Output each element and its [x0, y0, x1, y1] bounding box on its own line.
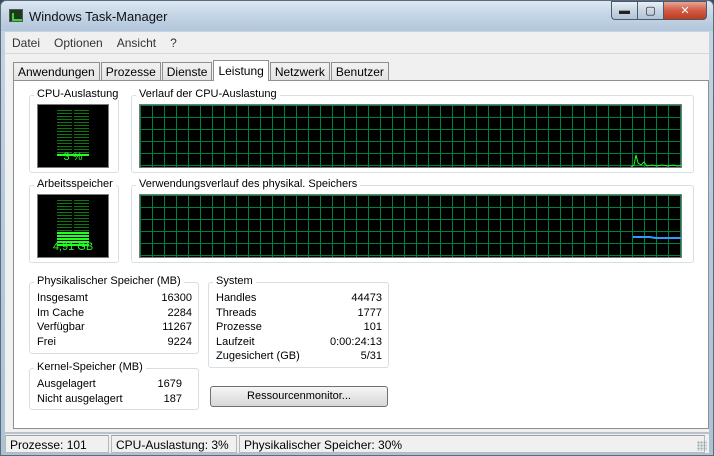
cpu-history-group: Verlauf der CPU-Auslastung [131, 88, 694, 173]
row-name: Ausgelagert [37, 378, 96, 391]
physical-memory-row: Frei 9224 [37, 335, 192, 350]
system-row: Laufzeit 0:00:24:13 [216, 335, 382, 350]
cpu-usage-label: CPU-Auslastung [34, 88, 122, 100]
physical-memory-group: Physikalischer Speicher (MB) Insgesamt 16… [29, 275, 199, 354]
client-area: Anwendungen Prozesse Dienste Leistung Ne… [5, 54, 709, 432]
menu-bar: Datei Optionen Ansicht ? [5, 32, 709, 54]
row-value: 11267 [162, 321, 192, 334]
kernel-memory-group: Kernel-Speicher (MB) Ausgelagert 1679 Nic… [29, 361, 199, 410]
row-value: 44473 [351, 292, 382, 305]
physical-memory-row: Im Cache 2284 [37, 306, 192, 321]
row-name: Frei [37, 335, 56, 348]
physical-memory-label: Physikalischer Speicher (MB) [34, 275, 184, 287]
performance-panel: CPU-Auslastung 3 % Verlauf der CPU-Ausla… [13, 80, 709, 429]
status-cpu: CPU-Auslastung: 3% [111, 435, 237, 453]
window-title: Windows Task-Manager [29, 9, 168, 24]
row-name: Insgesamt [37, 292, 88, 305]
close-icon: ✕ [680, 5, 690, 17]
memory-history-line [633, 236, 681, 239]
row-value: 0:00:24:13 [330, 335, 382, 348]
title-bar[interactable]: Windows Task-Manager ▬ ▢ ✕ [1, 1, 713, 31]
menu-datei[interactable]: Datei [5, 36, 47, 50]
memory-usage-label: Arbeitsspeicher [34, 178, 116, 190]
row-value: 1679 [157, 378, 182, 391]
cpu-history-line [630, 154, 681, 167]
row-value: 187 [163, 392, 182, 405]
tab-leistung[interactable]: Leistung [213, 60, 269, 81]
row-value: 9224 [167, 335, 192, 348]
close-button[interactable]: ✕ [663, 1, 707, 20]
cpu-usage-value: 3 % [63, 151, 83, 163]
cpu-meter-bars [57, 110, 89, 156]
maximize-icon: ▢ [645, 5, 656, 17]
kernel-memory-row: Ausgelagert 1679 [37, 377, 182, 392]
row-value: 101 [363, 321, 382, 334]
system-row: Zugesichert (GB) 5/31 [216, 349, 382, 364]
cpu-history-graph [139, 104, 682, 168]
physical-memory-row: Insgesamt 16300 [37, 291, 192, 306]
cpu-history-label: Verlauf der CPU-Auslastung [136, 88, 280, 100]
resource-monitor-button[interactable]: Ressourcenmonitor... [210, 386, 388, 407]
resize-grip[interactable] [697, 441, 707, 451]
menu-help[interactable]: ? [163, 36, 184, 50]
menu-ansicht[interactable]: Ansicht [110, 36, 163, 50]
kernel-memory-row: Nicht ausgelagert 187 [37, 392, 182, 407]
system-row: Prozesse 101 [216, 320, 382, 335]
memory-history-group: Verwendungsverlauf des physikal. Speiche… [131, 178, 694, 263]
row-value: 5/31 [360, 350, 382, 363]
row-value: 1777 [357, 306, 382, 319]
row-name: Threads [216, 306, 257, 319]
system-label: System [213, 275, 256, 287]
window-controls: ▬ ▢ ✕ [611, 1, 707, 21]
system-row: Threads 1777 [216, 306, 382, 321]
tab-benutzer[interactable]: Benutzer [330, 62, 389, 80]
system-table: Handles 44473 Threads 1777 Prozesse 101 Lau… [216, 291, 382, 364]
row-value: 2284 [167, 306, 192, 319]
task-manager-icon [9, 9, 23, 22]
minimize-icon: ▬ [619, 4, 630, 17]
row-name: Im Cache [37, 306, 85, 319]
status-processes: Prozesse: 101 [5, 435, 109, 453]
cpu-history-svg [630, 154, 681, 167]
memory-history-label: Verwendungsverlauf des physikal. Speiche… [136, 178, 361, 190]
row-name: Prozesse [216, 321, 262, 334]
tab-anwendungen[interactable]: Anwendungen [13, 62, 100, 80]
memory-usage-value: 4,91 GB [52, 241, 94, 253]
kernel-memory-table: Ausgelagert 1679 Nicht ausgelagert 187 [37, 377, 182, 406]
memory-history-svg [633, 236, 681, 239]
task-manager-window: Windows Task-Manager ▬ ▢ ✕ Datei Optione… [0, 0, 714, 456]
kernel-memory-label: Kernel-Speicher (MB) [34, 361, 146, 373]
row-value: 16300 [161, 292, 192, 305]
memory-history-graph [139, 194, 682, 258]
tab-dienste[interactable]: Dienste [161, 62, 213, 80]
row-name: Verfügbar [37, 321, 85, 334]
cpu-usage-meter: 3 % [37, 104, 109, 168]
menu-optionen[interactable]: Optionen [47, 36, 110, 50]
row-name: Laufzeit [216, 335, 255, 348]
system-group: System Handles 44473 Threads 1777 Prozesse… [208, 275, 389, 368]
memory-usage-meter: 4,91 GB [37, 194, 109, 258]
row-name: Nicht ausgelagert [37, 392, 123, 405]
maximize-button[interactable]: ▢ [637, 1, 663, 20]
status-memory: Physikalischer Speicher: 30% [239, 435, 705, 453]
tab-strip: Anwendungen Prozesse Dienste Leistung Ne… [13, 60, 390, 81]
minimize-button[interactable]: ▬ [611, 1, 637, 20]
tab-netzwerk[interactable]: Netzwerk [269, 62, 330, 80]
memory-usage-group: Arbeitsspeicher 4,91 GB [29, 178, 119, 263]
cpu-usage-group: CPU-Auslastung 3 % [29, 88, 122, 173]
system-row: Handles 44473 [216, 291, 382, 306]
row-name: Zugesichert (GB) [216, 350, 300, 363]
row-name: Handles [216, 292, 257, 305]
physical-memory-row: Verfügbar 11267 [37, 320, 192, 335]
tab-prozesse[interactable]: Prozesse [100, 62, 161, 80]
status-bar: Prozesse: 101 CPU-Auslastung: 3% Physika… [5, 433, 709, 453]
physical-memory-table: Insgesamt 16300 Im Cache 2284 Verfügbar 112… [37, 291, 192, 349]
